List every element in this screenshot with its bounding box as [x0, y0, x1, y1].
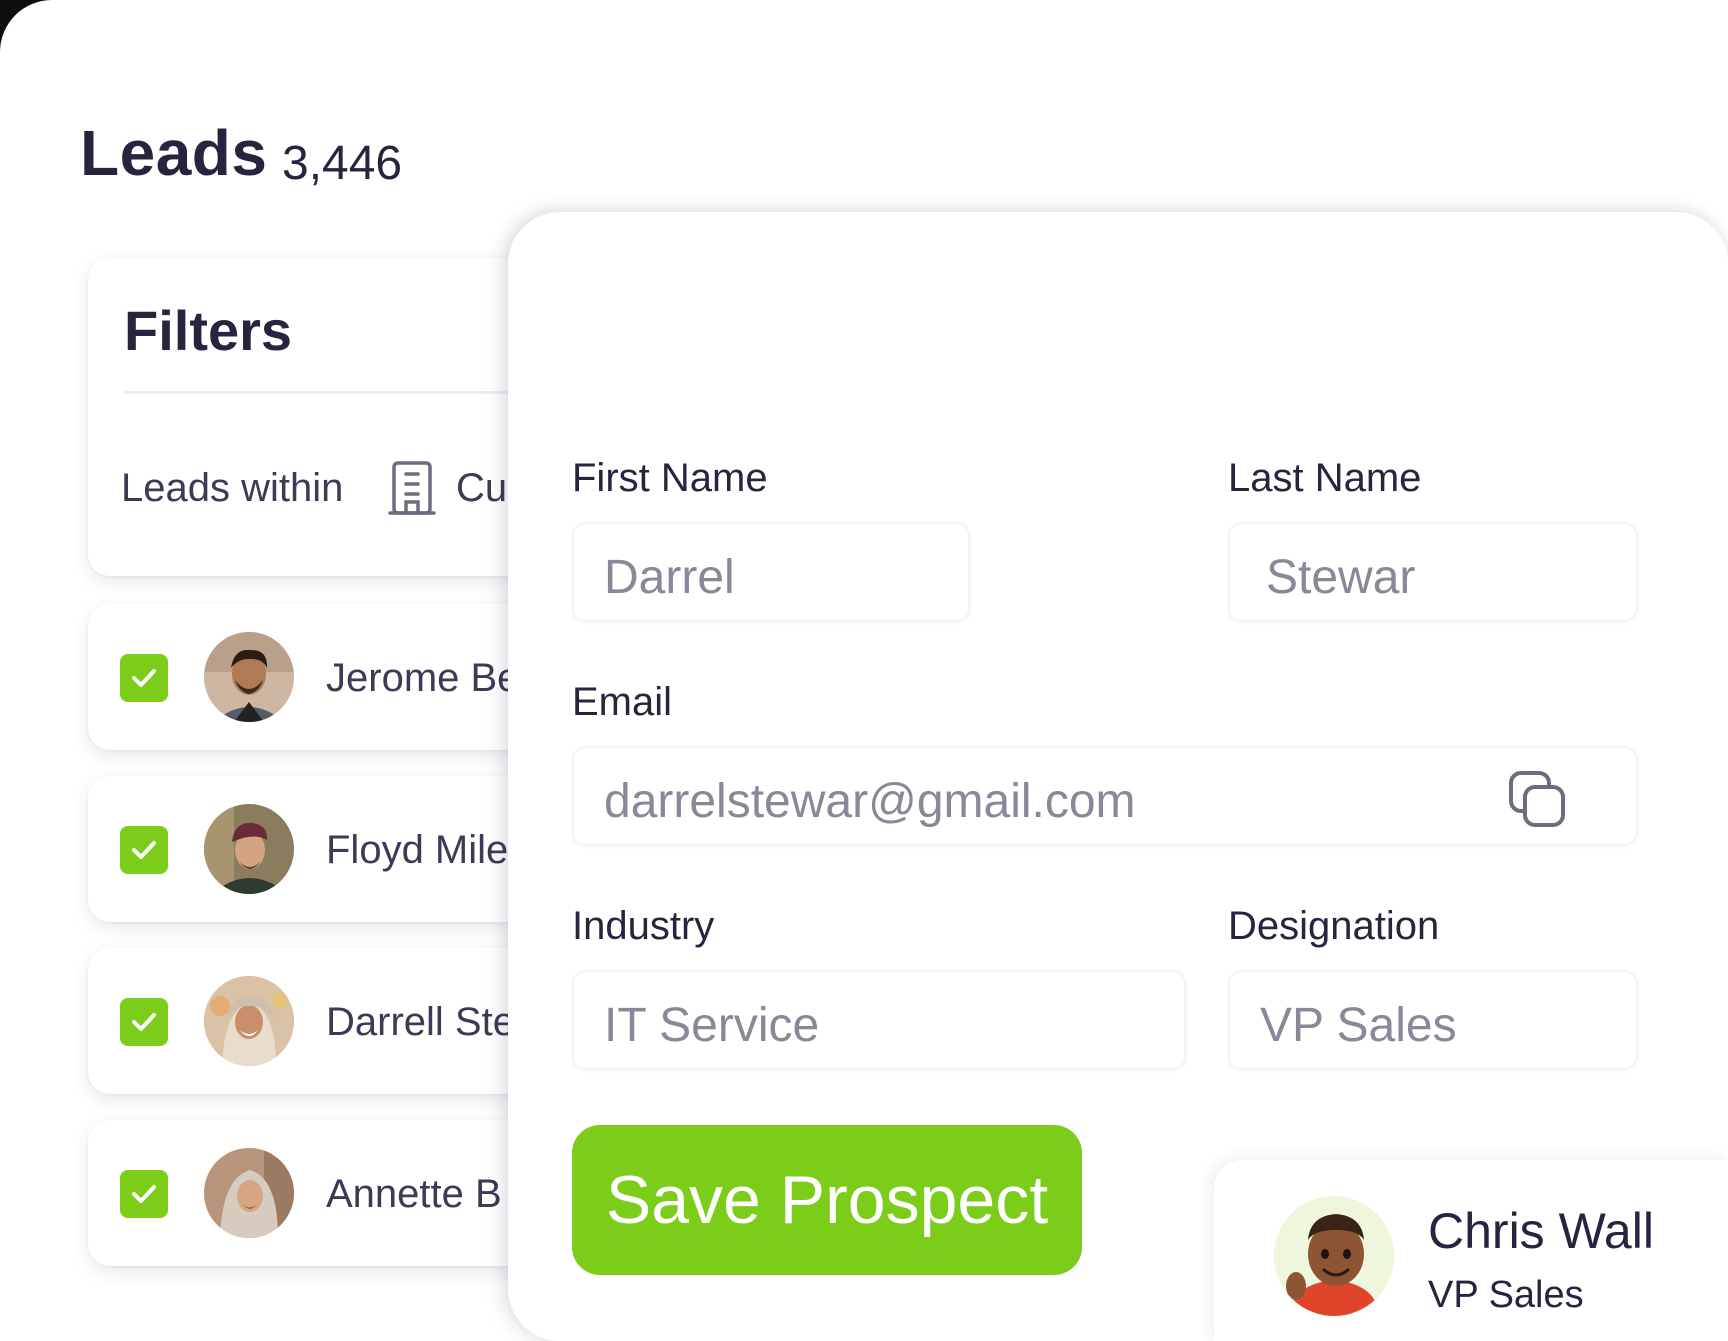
lead-name: Jerome Be [326, 656, 520, 700]
lead-checkbox[interactable] [120, 998, 168, 1046]
designation-field[interactable]: VP Sales [1228, 970, 1638, 1070]
avatar [204, 1148, 294, 1238]
lead-name: Floyd Mile [326, 828, 509, 872]
avatar [204, 632, 294, 722]
leads-count: 3,446 [282, 137, 403, 190]
page-title: Leads [80, 117, 268, 189]
avatar [204, 804, 294, 894]
save-prospect-button[interactable]: Save Prospect [572, 1125, 1082, 1275]
last-name-label: Last Name [1228, 456, 1422, 500]
copy-icon[interactable] [1508, 770, 1566, 828]
check-icon [132, 1013, 156, 1031]
designation-value: VP Sales [1260, 999, 1457, 1052]
app-canvas: Leads 3,446 Filters Leads within Cu Jero… [0, 0, 1728, 1341]
check-icon [132, 841, 156, 859]
building-icon [388, 461, 436, 515]
lead-name: Annette B [326, 1172, 502, 1216]
last-name-field[interactable]: Stewar [1228, 522, 1638, 622]
avatar [204, 976, 294, 1066]
first-name-field[interactable]: Darrel [572, 522, 970, 622]
email-field[interactable]: darrelstewar@gmail.com [572, 746, 1638, 846]
designation-label: Designation [1228, 904, 1440, 948]
filter-leads-within-label: Leads within [121, 466, 344, 510]
last-name-value: Stewar [1266, 551, 1416, 604]
industry-field[interactable]: IT Service [572, 970, 1186, 1070]
filters-title: Filters [124, 299, 293, 362]
assignee-card[interactable]: Chris Wall VP Sales [1214, 1160, 1728, 1341]
email-label: Email [572, 680, 673, 724]
lead-checkbox[interactable] [120, 1170, 168, 1218]
filter-leads-within-value[interactable]: Cu [456, 466, 507, 511]
lead-checkbox[interactable] [120, 654, 168, 702]
lead-name: Darrell Ste [326, 1000, 515, 1044]
first-name-label: First Name [572, 456, 768, 500]
avatar [1274, 1196, 1394, 1316]
check-icon [132, 1185, 156, 1203]
industry-label: Industry [572, 904, 715, 948]
lead-checkbox[interactable] [120, 826, 168, 874]
check-icon [132, 669, 156, 687]
email-value: darrelstewar@gmail.com [604, 775, 1136, 828]
assignee-title: VP Sales [1428, 1274, 1584, 1316]
assignee-name: Chris Wall [1428, 1203, 1654, 1259]
first-name-value: Darrel [604, 551, 735, 604]
industry-value: IT Service [604, 999, 820, 1052]
